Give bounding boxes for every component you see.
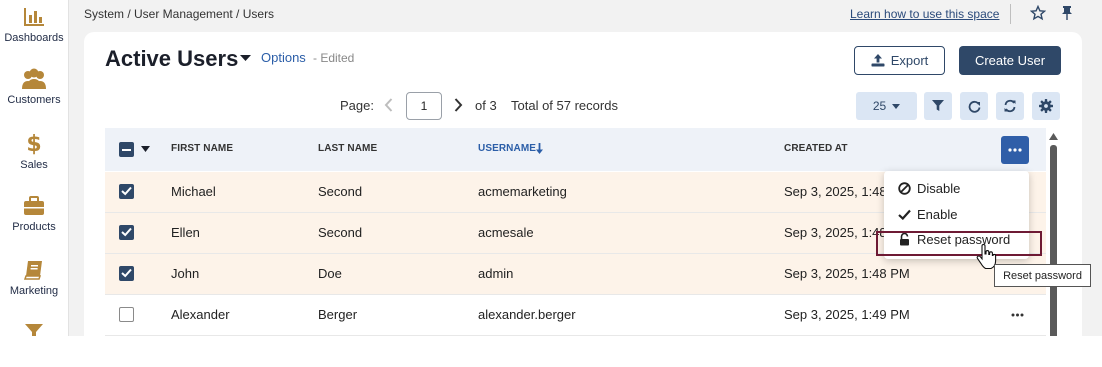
- learn-link[interactable]: Learn how to use this space: [850, 7, 999, 21]
- users-icon: [22, 68, 46, 89]
- select-all-checkbox[interactable]: [119, 142, 134, 157]
- per-page-value: 25: [872, 99, 887, 113]
- funnel-icon: [25, 324, 43, 336]
- scroll-up-arrow[interactable]: [1049, 133, 1058, 140]
- cell-first-name: John: [171, 266, 200, 281]
- ban-icon: [898, 182, 911, 195]
- bar-chart-icon: [24, 8, 44, 26]
- cell-first-name: Alexander: [171, 307, 230, 322]
- cell-username: admin: [478, 266, 514, 281]
- pin-icon[interactable]: [1060, 5, 1074, 21]
- scrollbar-thumb[interactable]: [1050, 145, 1057, 336]
- sidebar-item-label: Customers: [7, 94, 61, 106]
- cell-first-name: Michael: [171, 184, 216, 199]
- menu-item-enable[interactable]: Enable: [898, 207, 957, 222]
- page-input[interactable]: 1: [406, 92, 442, 120]
- cell-username: alexander.berger: [478, 307, 576, 322]
- sidebar-item-sales[interactable]: $ Sales: [0, 131, 68, 171]
- cell-created-at: Sep 3, 2025, 1:48: [784, 225, 887, 240]
- per-page-select[interactable]: 25: [856, 92, 917, 120]
- export-label: Export: [890, 53, 929, 68]
- sidebar-item-products[interactable]: Products: [0, 195, 68, 233]
- checkmark-icon: [121, 268, 132, 278]
- caret-down-icon[interactable]: [240, 55, 251, 62]
- sync-icon: [1004, 99, 1016, 113]
- sidebar-item-label: Marketing: [9, 285, 59, 297]
- page-title: Active Users: [105, 46, 239, 71]
- cell-last-name: Second: [318, 184, 363, 199]
- sidebar-item-dashboards[interactable]: Dashboards: [0, 6, 68, 44]
- row-checkbox[interactable]: [119, 184, 134, 199]
- edited-label: - Edited: [313, 51, 355, 65]
- table-row[interactable]: Alexander Berger alexander.berger Sep 3,…: [105, 295, 1046, 336]
- app-viewport: Dashboards Customers $ Sales Products Ma…: [0, 0, 1102, 336]
- unlock-icon: [900, 233, 909, 246]
- menu-item-label: Enable: [917, 207, 958, 222]
- tooltip: Reset password: [994, 264, 1091, 287]
- page-label: Page:: [340, 98, 374, 113]
- options-link[interactable]: Options: [261, 50, 306, 65]
- checkmark-icon: [121, 186, 132, 196]
- page-count: of 3: [475, 98, 497, 113]
- column-header-created-at[interactable]: CREATED AT: [784, 143, 848, 154]
- table-header: FIRST NAME LAST NAME USERNAME CREATED AT: [105, 128, 1046, 171]
- ellipsis-icon: [1008, 148, 1022, 152]
- row-actions-icon[interactable]: [1011, 313, 1024, 317]
- briefcase-icon: [24, 196, 44, 215]
- export-button[interactable]: Export: [854, 46, 945, 75]
- chevron-right-icon[interactable]: [454, 98, 463, 112]
- record-total: Total of 57 records: [511, 98, 618, 113]
- bulk-actions-button[interactable]: [1001, 136, 1029, 164]
- settings-button[interactable]: [1032, 92, 1060, 120]
- checkmark-icon: [121, 227, 132, 237]
- cell-created-at: Sep 3, 2025, 1:49 PM: [784, 307, 910, 322]
- table-row[interactable]: John Doe admin Sep 3, 2025, 1:48 PM: [105, 254, 1046, 295]
- sidebar-item-customers[interactable]: Customers: [0, 68, 68, 106]
- cell-first-name: Ellen: [171, 225, 200, 240]
- create-user-label: Create User: [974, 53, 1046, 68]
- breadcrumb: System / User Management / Users: [84, 7, 275, 21]
- column-header-username[interactable]: USERNAME: [478, 143, 536, 154]
- cell-last-name: Berger: [318, 307, 358, 322]
- divider: [1010, 4, 1011, 24]
- sidebar-item-label: Products: [12, 221, 56, 233]
- chevron-left-icon[interactable]: [384, 98, 393, 112]
- column-header-last-name[interactable]: LAST NAME: [318, 143, 377, 154]
- check-icon: [898, 209, 911, 220]
- cell-created-at: Sep 3, 2025, 1:48 PM: [784, 266, 910, 281]
- upload-icon: [871, 54, 885, 67]
- sort-down-icon: [536, 143, 543, 154]
- filter-icon: [932, 100, 944, 111]
- menu-item-disable[interactable]: Disable: [898, 181, 960, 196]
- sidebar-item-marketing[interactable]: Marketing: [0, 259, 68, 297]
- menu-item-label: Disable: [917, 181, 961, 196]
- cell-created-at: Sep 3, 2025, 1:48: [784, 184, 887, 199]
- sidebar-item-label: Sales: [20, 159, 48, 171]
- filter-button[interactable]: [924, 92, 952, 120]
- bulk-actions-menu: Disable Enable Reset password: [876, 171, 1042, 259]
- star-icon[interactable]: [1030, 5, 1046, 21]
- column-header-first-name[interactable]: FIRST NAME: [171, 143, 233, 154]
- refresh-button[interactable]: [960, 92, 988, 120]
- cell-username: acmemarketing: [478, 184, 567, 199]
- dollar-icon: $: [26, 132, 41, 155]
- caret-down-icon: [892, 103, 901, 109]
- sidebar-item-label: Dashboards: [4, 32, 64, 44]
- row-checkbox[interactable]: [119, 307, 134, 322]
- sync-button[interactable]: [996, 92, 1024, 120]
- cell-username: acmesale: [478, 225, 534, 240]
- create-user-button[interactable]: Create User: [959, 46, 1061, 75]
- sidebar: Dashboards Customers $ Sales Products Ma…: [0, 0, 69, 336]
- row-checkbox[interactable]: [119, 225, 134, 240]
- gear-icon: [1039, 99, 1053, 113]
- refresh-icon: [968, 100, 980, 113]
- book-icon: [23, 261, 42, 280]
- caret-down-icon[interactable]: [141, 146, 150, 152]
- row-checkbox[interactable]: [119, 266, 134, 281]
- topbar: System / User Management / Users Learn h…: [70, 0, 1102, 30]
- svg-text:$: $: [26, 132, 41, 155]
- cell-last-name: Doe: [318, 266, 342, 281]
- sidebar-item-more[interactable]: [0, 322, 68, 336]
- cell-last-name: Second: [318, 225, 363, 240]
